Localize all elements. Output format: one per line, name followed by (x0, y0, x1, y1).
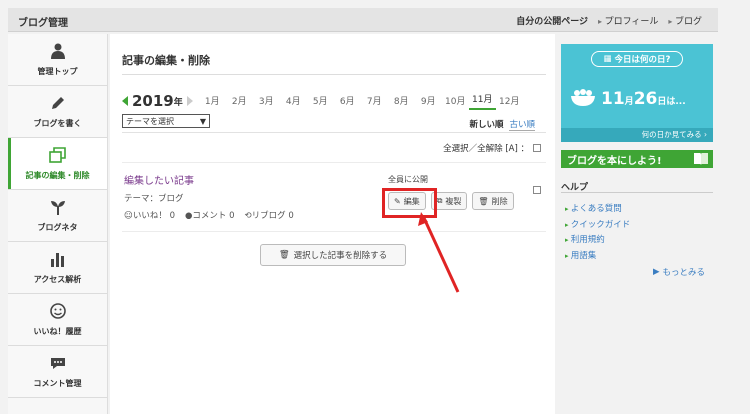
trash-icon: 🗑 (278, 250, 290, 260)
entry-status: 全員に公開 (388, 175, 428, 184)
right-column: ▦ 今日は何の日? 11 月 26 日は... 何の日か見てみる › ブログを本にしよ… (557, 34, 718, 414)
copy-icon: ⧉ (436, 196, 443, 205)
sidebar-item-label: いいね！履歴 (33, 327, 82, 336)
tab-month-6[interactable]: 6月 (334, 94, 361, 110)
bar-chart-icon (49, 250, 67, 268)
blog-link[interactable]: ブログ (668, 14, 702, 27)
banner-date: 11 月 26 日は... (601, 89, 686, 109)
tab-month-5[interactable]: 5月 (307, 94, 334, 110)
sidebar-item-label: 管理トップ (37, 67, 78, 76)
top-bar: ブログ管理 自分の公開ページ プロフィール ブログ (8, 8, 718, 32)
tab-month-2[interactable]: 2月 (226, 94, 253, 110)
trash-icon: 🗑 (478, 196, 489, 206)
edit-button-highlight (382, 188, 437, 218)
divider (122, 74, 546, 75)
sidebar-item-label: ブログを書く (33, 119, 82, 128)
like-icon: ☺ (124, 211, 133, 221)
comment-icon (49, 354, 67, 372)
sidebar-item-label: コメント管理 (33, 379, 82, 388)
book-icon (694, 153, 708, 165)
select-all: 全選択／全解除 [A] ： (443, 142, 541, 154)
tab-month-12[interactable]: 12月 (496, 94, 523, 110)
theme-select[interactable]: テーマを選択 ▼ (122, 114, 210, 128)
entry-theme: テーマ：ブログ (124, 194, 184, 204)
sidebar-item-top[interactable]: 管理トップ (8, 34, 107, 86)
entry-stats: ☺いいね！ 0 ●コメント 0 ⟲リブログ 0 (124, 209, 294, 221)
likes-count: ☺いいね！ 0 (124, 211, 175, 221)
help-link-faq[interactable]: よくある質問 (565, 202, 630, 218)
delete-button[interactable]: 🗑 削除 (472, 192, 514, 210)
help-link-glossary[interactable]: 用語集 (565, 249, 630, 265)
header-links: 自分の公開ページ プロフィール ブログ (516, 14, 702, 27)
tab-month-1[interactable]: 1月 (199, 94, 226, 110)
divider (122, 231, 546, 232)
circle-arrow-icon: ▶ (653, 267, 660, 277)
today-banner[interactable]: ▦ 今日は何の日? 11 月 26 日は... 何の日か見てみる › (561, 44, 713, 142)
divider (561, 192, 713, 193)
sidebar-item-edit-delete[interactable]: 記事の編集・削除 (8, 138, 107, 190)
tab-month-8[interactable]: 8月 (388, 94, 415, 110)
sidebar: 管理トップ ブログを書く 記事の編集・削除 ブログネタ アクセス解析 いいね！履… (8, 34, 108, 414)
help-link-terms[interactable]: 利用規約 (565, 233, 630, 249)
blog-book-banner[interactable]: ブログを本にしよう! (561, 150, 713, 168)
sort-new[interactable]: 新しい順 (469, 118, 503, 131)
help-link-quick-guide[interactable]: クイックガイド (565, 218, 631, 234)
smiley-icon (49, 302, 67, 320)
calendar-icon: ▦ (603, 54, 612, 64)
documents-icon (48, 146, 67, 164)
next-year-icon[interactable] (186, 96, 193, 106)
banner-footer: 何の日か見てみる › (561, 128, 713, 142)
tab-month-4[interactable]: 4月 (280, 94, 307, 110)
more-link[interactable]: ▶ もっとみる (653, 266, 705, 278)
entry-title-link[interactable]: 編集したい記事 (124, 172, 194, 187)
sprout-icon (49, 198, 67, 216)
sidebar-item-likes[interactable]: いいね！履歴 (8, 294, 107, 346)
sidebar-item-label: 記事の編集・削除 (25, 171, 90, 180)
tab-month-3[interactable]: 3月 (253, 94, 280, 110)
delete-selected-button[interactable]: 🗑 選択した記事を削除する (260, 244, 406, 266)
sidebar-item-access[interactable]: アクセス解析 (8, 242, 107, 294)
select-all-checkbox[interactable] (533, 144, 541, 152)
sort-options: 新しい順 古い順 (469, 118, 535, 131)
tab-month-7[interactable]: 7月 (361, 94, 388, 110)
divider (122, 162, 546, 163)
sidebar-item-label: アクセス解析 (33, 275, 82, 284)
profile-link[interactable]: プロフィール (598, 14, 659, 27)
divider (122, 132, 546, 133)
year-label: 2019 (132, 92, 174, 110)
dropdown-arrow-icon: ▼ (199, 116, 206, 126)
tab-month-11[interactable]: 11月 (468, 92, 496, 110)
user-icon (49, 42, 67, 60)
page-title: 記事の編集・削除 (122, 54, 210, 67)
tab-month-9[interactable]: 9月 (415, 94, 442, 110)
comments-count: ●コメント 0 (185, 211, 235, 221)
banner-pill: ▦ 今日は何の日? (591, 51, 683, 67)
reblog-icon: ⟲ (244, 211, 252, 221)
theme-select-value: テーマを選択 (126, 116, 174, 126)
pencil-icon (49, 94, 67, 112)
help-list: よくある質問 クイックガイド 利用規約 用語集 (565, 202, 631, 265)
reblogs-count: ⟲リブログ 0 (244, 211, 294, 221)
select-all-label: 全選択／全解除 [A] ： (443, 144, 529, 154)
sidebar-item-label: ブログネタ (37, 223, 78, 232)
app-title: ブログ管理 (18, 18, 68, 29)
main-content: 記事の編集・削除 2019 年 1月 2月 3月 4月 5月 6月 7月 8月 … (110, 34, 555, 414)
sort-old[interactable]: 古い順 (509, 118, 535, 131)
entry-checkbox[interactable] (533, 186, 541, 194)
prev-year-icon[interactable] (122, 96, 128, 106)
year-month-nav: 2019 年 1月 2月 3月 4月 5月 6月 7月 8月 9月 10月 11… (122, 90, 546, 110)
my-page-link[interactable]: 自分の公開ページ (516, 14, 588, 27)
year-suffix: 年 (173, 98, 183, 108)
sidebar-item-write[interactable]: ブログを書く (8, 86, 107, 138)
tab-month-10[interactable]: 10月 (442, 94, 469, 110)
bathtub-icon (571, 89, 595, 106)
sidebar-item-comments[interactable]: コメント管理 (8, 346, 107, 398)
sidebar-item-blog-neta[interactable]: ブログネタ (8, 190, 107, 242)
